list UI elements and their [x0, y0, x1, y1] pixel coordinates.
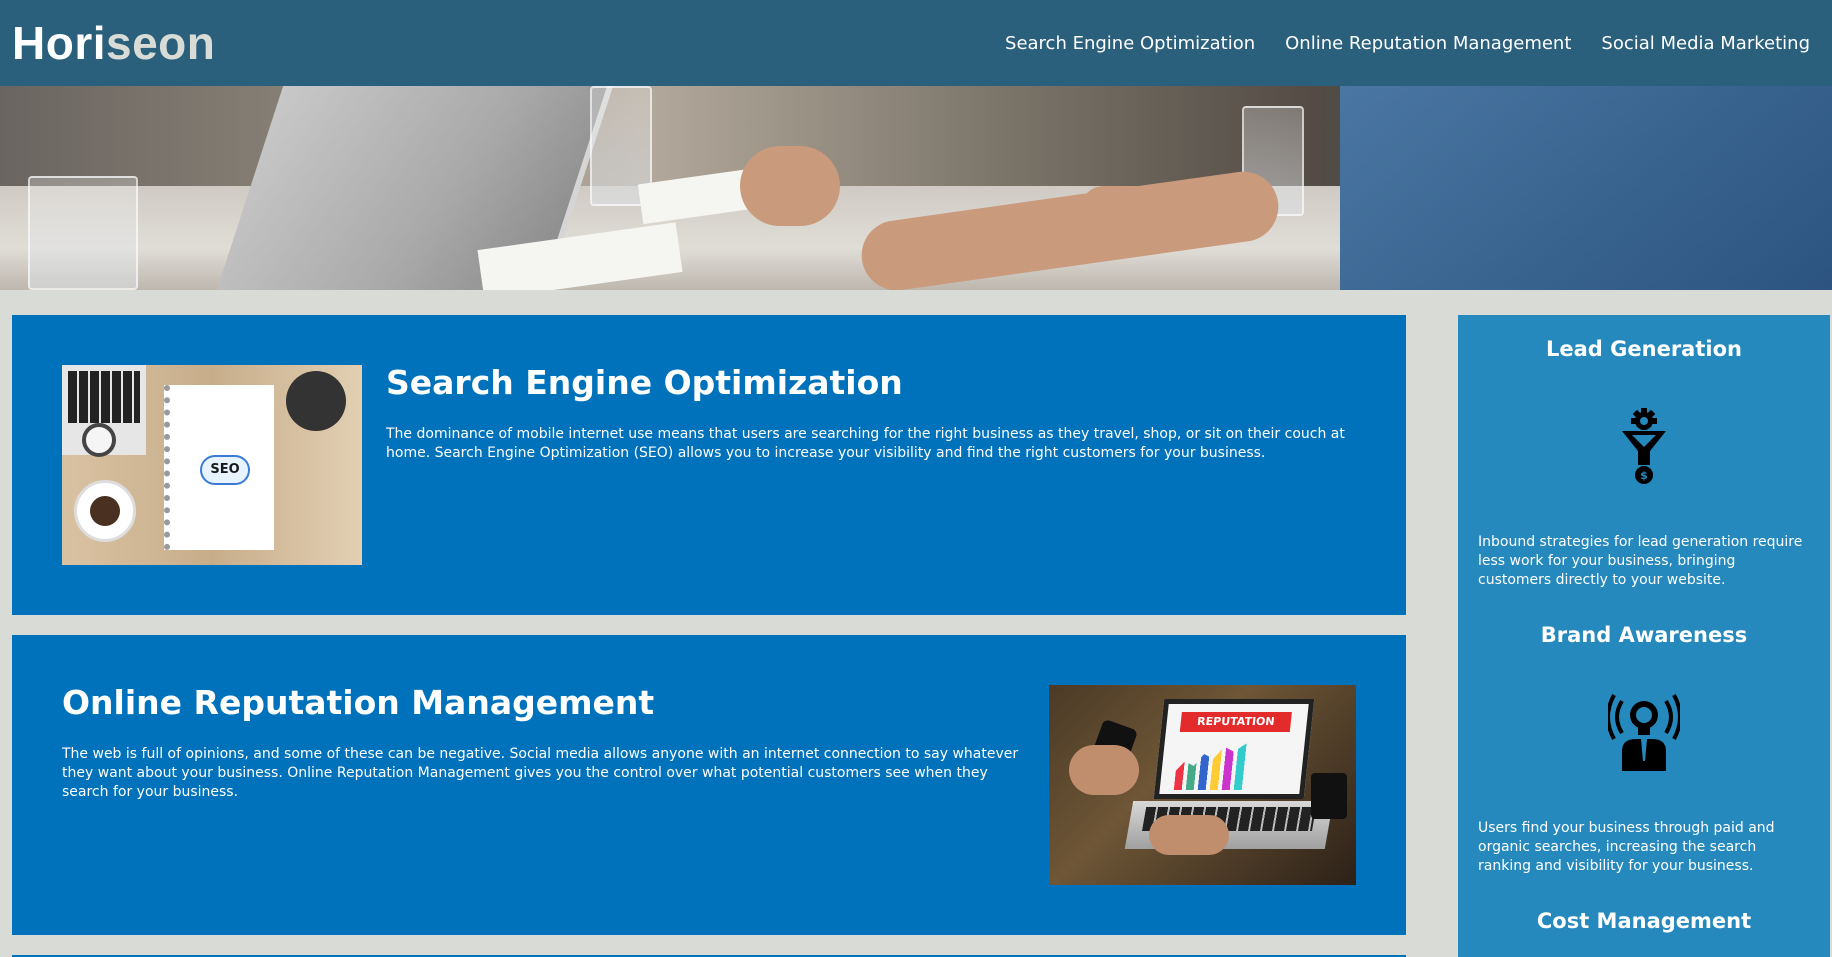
seo-image-label: SEO: [200, 455, 250, 485]
funnel-gear-icon: $: [1622, 408, 1666, 484]
orm-text: The web is full of opinions, and some of…: [62, 746, 1019, 800]
orm-image-hand: [1069, 745, 1139, 795]
brand-awareness-title: Brand Awareness: [1540, 623, 1748, 647]
seo-section: SEO Search Engine Optimization The domin…: [12, 315, 1406, 615]
nav-link-seo[interactable]: Search Engine Optimization: [1005, 33, 1255, 54]
orm-image-label: REPUTATION: [1179, 712, 1292, 732]
main-nav: Search Engine Optimization Online Reputa…: [1005, 33, 1810, 54]
logo-part-2: seon: [106, 17, 216, 69]
benefits-sidebar: Lead Generation $ Inbound strategies for…: [1458, 315, 1830, 957]
site-logo[interactable]: Horiseon: [12, 16, 215, 70]
orm-title: Online Reputation Management: [62, 683, 655, 722]
orm-image: REPUTATION: [1049, 685, 1356, 885]
orm-image-mug: [1311, 773, 1347, 819]
seo-image-coffee-cup: [74, 480, 136, 542]
brand-awareness-text: Users find your business through paid an…: [1478, 820, 1775, 874]
hero-glass: [28, 176, 138, 290]
hero-banner-image: [0, 86, 1832, 290]
seo-text: The dominance of mobile internet use mea…: [386, 426, 1345, 461]
orm-image-hand: [1149, 815, 1229, 855]
hero-hand: [740, 146, 840, 226]
nav-link-orm[interactable]: Online Reputation Management: [1285, 33, 1571, 54]
seo-image-pen-holder: [286, 371, 346, 431]
nav-link-social-media[interactable]: Social Media Marketing: [1601, 33, 1810, 54]
orm-section: Online Reputation Management The web is …: [12, 635, 1406, 935]
seo-image: SEO: [62, 365, 362, 565]
orm-image-chart: [1174, 742, 1249, 790]
svg-text:$: $: [1640, 469, 1648, 482]
logo-part-1: Hori: [12, 17, 106, 69]
site-header: Horiseon Search Engine Optimization Onli…: [0, 0, 1832, 86]
lead-generation-text: Inbound strategies for lead generation r…: [1478, 534, 1803, 588]
orm-image-laptop-screen: REPUTATION: [1153, 699, 1315, 799]
lead-generation-title: Lead Generation: [1546, 337, 1742, 361]
hero-sleeve: [1340, 86, 1832, 290]
magnifier-icon: [82, 423, 116, 457]
lightbulb-person-icon: [1608, 694, 1680, 771]
seo-image-notebook: SEO: [164, 385, 274, 550]
seo-title: Search Engine Optimization: [386, 363, 903, 402]
cost-management-title: Cost Management: [1536, 909, 1752, 933]
